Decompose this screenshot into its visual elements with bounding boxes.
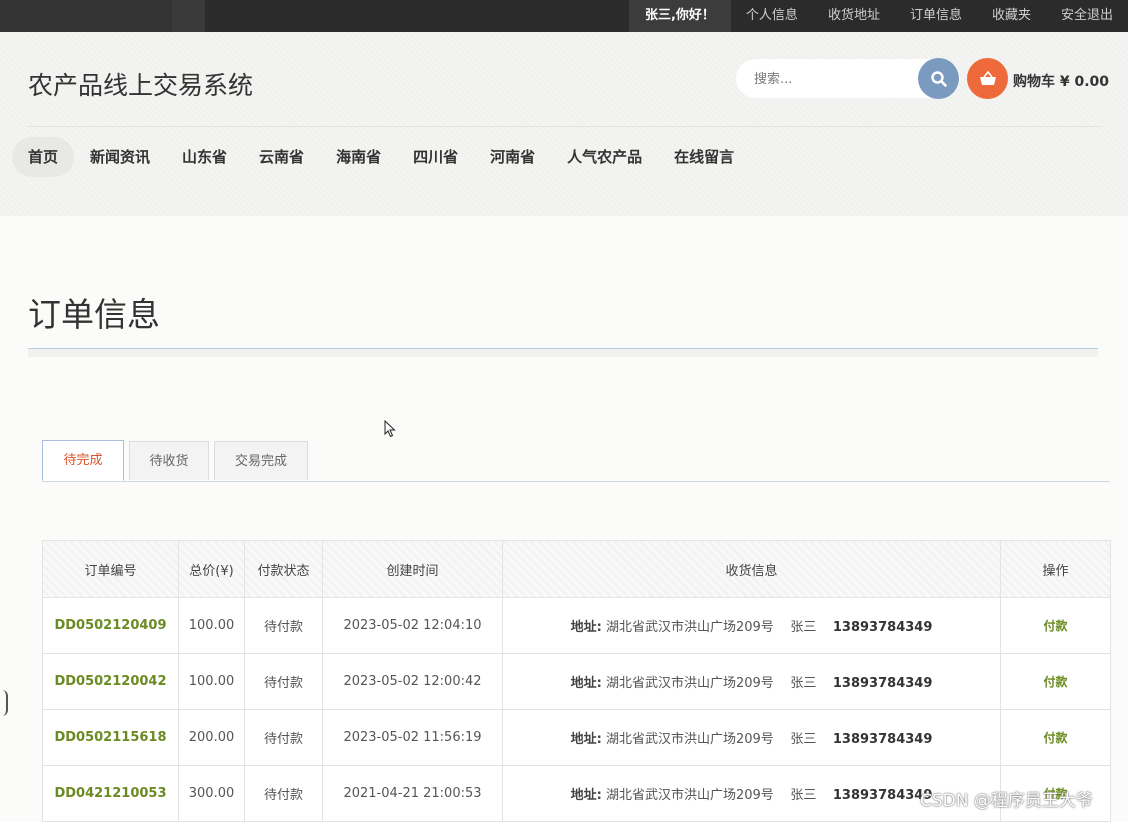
- header-divider: [28, 126, 1102, 127]
- col-total: 总价(¥): [178, 540, 245, 598]
- recipient-name: 张三: [790, 732, 817, 747]
- recipient-name: 张三: [790, 676, 817, 691]
- tab-pending[interactable]: 待完成: [42, 440, 124, 481]
- table-row: DD0502115618 200.00 待付款 2023-05-02 11:56…: [42, 709, 1111, 766]
- site-title[interactable]: 农产品线上交易系统: [28, 66, 253, 102]
- address-text: 湖北省武汉市洪山广场209号: [605, 732, 774, 747]
- table-row: DD0502120042 100.00 待付款 2023-05-02 12:00…: [42, 653, 1111, 710]
- col-order-id: 订单编号: [42, 540, 179, 598]
- order-id[interactable]: DD0502120042: [42, 653, 179, 710]
- main-nav: 首页 新闻资讯 山东省 云南省 海南省 四川省 河南省 人气农产品 在线留言: [12, 137, 750, 177]
- nav-item-news[interactable]: 新闻资讯: [74, 137, 166, 177]
- header: [0, 32, 1128, 216]
- order-total: 200.00: [178, 709, 245, 766]
- address-label: 地址:: [570, 732, 602, 747]
- col-shipping-info: 收货信息: [502, 540, 1001, 598]
- order-id[interactable]: DD0421210053: [42, 765, 179, 822]
- page-title: 订单信息: [28, 295, 160, 334]
- tab-awaiting-receipt[interactable]: 待收货: [129, 441, 209, 480]
- created-time: 2021-04-21 21:00:53: [322, 765, 503, 822]
- nav-item-home[interactable]: 首页: [12, 137, 75, 177]
- pay-button[interactable]: 付款: [1000, 597, 1111, 654]
- nav-item-messages[interactable]: 在线留言: [658, 137, 750, 177]
- table-header-row: 订单编号 总价(¥) 付款状态 创建时间 收货信息 操作: [42, 540, 1111, 598]
- created-time: 2023-05-02 12:00:42: [322, 653, 503, 710]
- nav-item-sichuan[interactable]: 四川省: [397, 137, 474, 177]
- address-text: 湖北省武汉市洪山广场209号: [605, 788, 774, 803]
- recipient-phone: 13893784349: [832, 676, 933, 691]
- recipient-phone: 13893784349: [832, 788, 933, 803]
- nav-item-yunnan[interactable]: 云南省: [243, 137, 320, 177]
- recipient-phone: 13893784349: [832, 620, 933, 635]
- address-label: 地址:: [570, 676, 602, 691]
- address-text: 湖北省武汉市洪山广场209号: [605, 620, 774, 635]
- address-text: 湖北省武汉市洪山广场209号: [605, 676, 774, 691]
- shipping-info: 地址: 湖北省武汉市洪山广场209号 张三 13893784349: [502, 597, 1001, 654]
- recipient-name: 张三: [790, 788, 817, 803]
- nav-item-popular-products[interactable]: 人气农产品: [551, 137, 658, 177]
- col-actions: 操作: [1000, 540, 1111, 598]
- shipping-info: 地址: 湖北省武汉市洪山广场209号 张三 13893784349: [502, 709, 1001, 766]
- tab-completed[interactable]: 交易完成: [214, 441, 308, 480]
- link-favorites[interactable]: 收藏夹: [977, 0, 1046, 32]
- address-label: 地址:: [570, 620, 602, 635]
- table-row: DD0502120409 100.00 待付款 2023-05-02 12:04…: [42, 597, 1111, 654]
- link-shipping-address[interactable]: 收货地址: [813, 0, 895, 32]
- payment-status: 待付款: [244, 653, 323, 710]
- top-bar-left-accent: [172, 0, 205, 32]
- edge-fragment: [0, 690, 8, 716]
- created-time: 2023-05-02 11:56:19: [322, 709, 503, 766]
- order-total: 100.00: [178, 597, 245, 654]
- greeting-text: 张三,你好！: [628, 0, 731, 32]
- link-profile[interactable]: 个人信息: [731, 0, 813, 32]
- search-button[interactable]: [918, 58, 959, 99]
- shipping-info: 地址: 湖北省武汉市洪山广场209号 张三 13893784349: [502, 653, 1001, 710]
- order-total: 300.00: [178, 765, 245, 822]
- created-time: 2023-05-02 12:04:10: [322, 597, 503, 654]
- top-bar-links: 张三,你好！ 个人信息 收货地址 订单信息 收藏夹 安全退出: [628, 0, 1128, 32]
- col-created-time: 创建时间: [322, 540, 503, 598]
- nav-item-henan[interactable]: 河南省: [474, 137, 551, 177]
- payment-status: 待付款: [244, 709, 323, 766]
- recipient-name: 张三: [790, 620, 817, 635]
- cart-button[interactable]: [967, 58, 1008, 99]
- order-tabs: 待完成 待收货 交易完成: [42, 440, 1110, 482]
- nav-item-hainan[interactable]: 海南省: [320, 137, 397, 177]
- nav-item-shandong[interactable]: 山东省: [166, 137, 243, 177]
- mouse-cursor-icon: [384, 420, 396, 438]
- order-id[interactable]: DD0502120409: [42, 597, 179, 654]
- col-payment-status: 付款状态: [244, 540, 323, 598]
- order-id[interactable]: DD0502115618: [42, 709, 179, 766]
- pay-button[interactable]: 付款: [1000, 709, 1111, 766]
- link-orders[interactable]: 订单信息: [895, 0, 977, 32]
- payment-status: 待付款: [244, 765, 323, 822]
- address-label: 地址:: [570, 788, 602, 803]
- orders-table: 订单编号 总价(¥) 付款状态 创建时间 收货信息 操作 DD050212040…: [42, 540, 1111, 822]
- top-bar: 张三,你好！ 个人信息 收货地址 订单信息 收藏夹 安全退出: [0, 0, 1128, 32]
- link-logout[interactable]: 安全退出: [1046, 0, 1128, 32]
- basket-icon: [979, 70, 996, 85]
- cart-total[interactable]: 购物车 ¥ 0.00: [1013, 71, 1109, 91]
- order-total: 100.00: [178, 653, 245, 710]
- search-icon: [930, 70, 947, 87]
- recipient-phone: 13893784349: [832, 732, 933, 747]
- payment-status: 待付款: [244, 597, 323, 654]
- title-divider: [28, 348, 1098, 357]
- search-input[interactable]: [752, 68, 916, 90]
- watermark: CSDN @程序员王大爷: [920, 791, 1093, 811]
- pay-button[interactable]: 付款: [1000, 653, 1111, 710]
